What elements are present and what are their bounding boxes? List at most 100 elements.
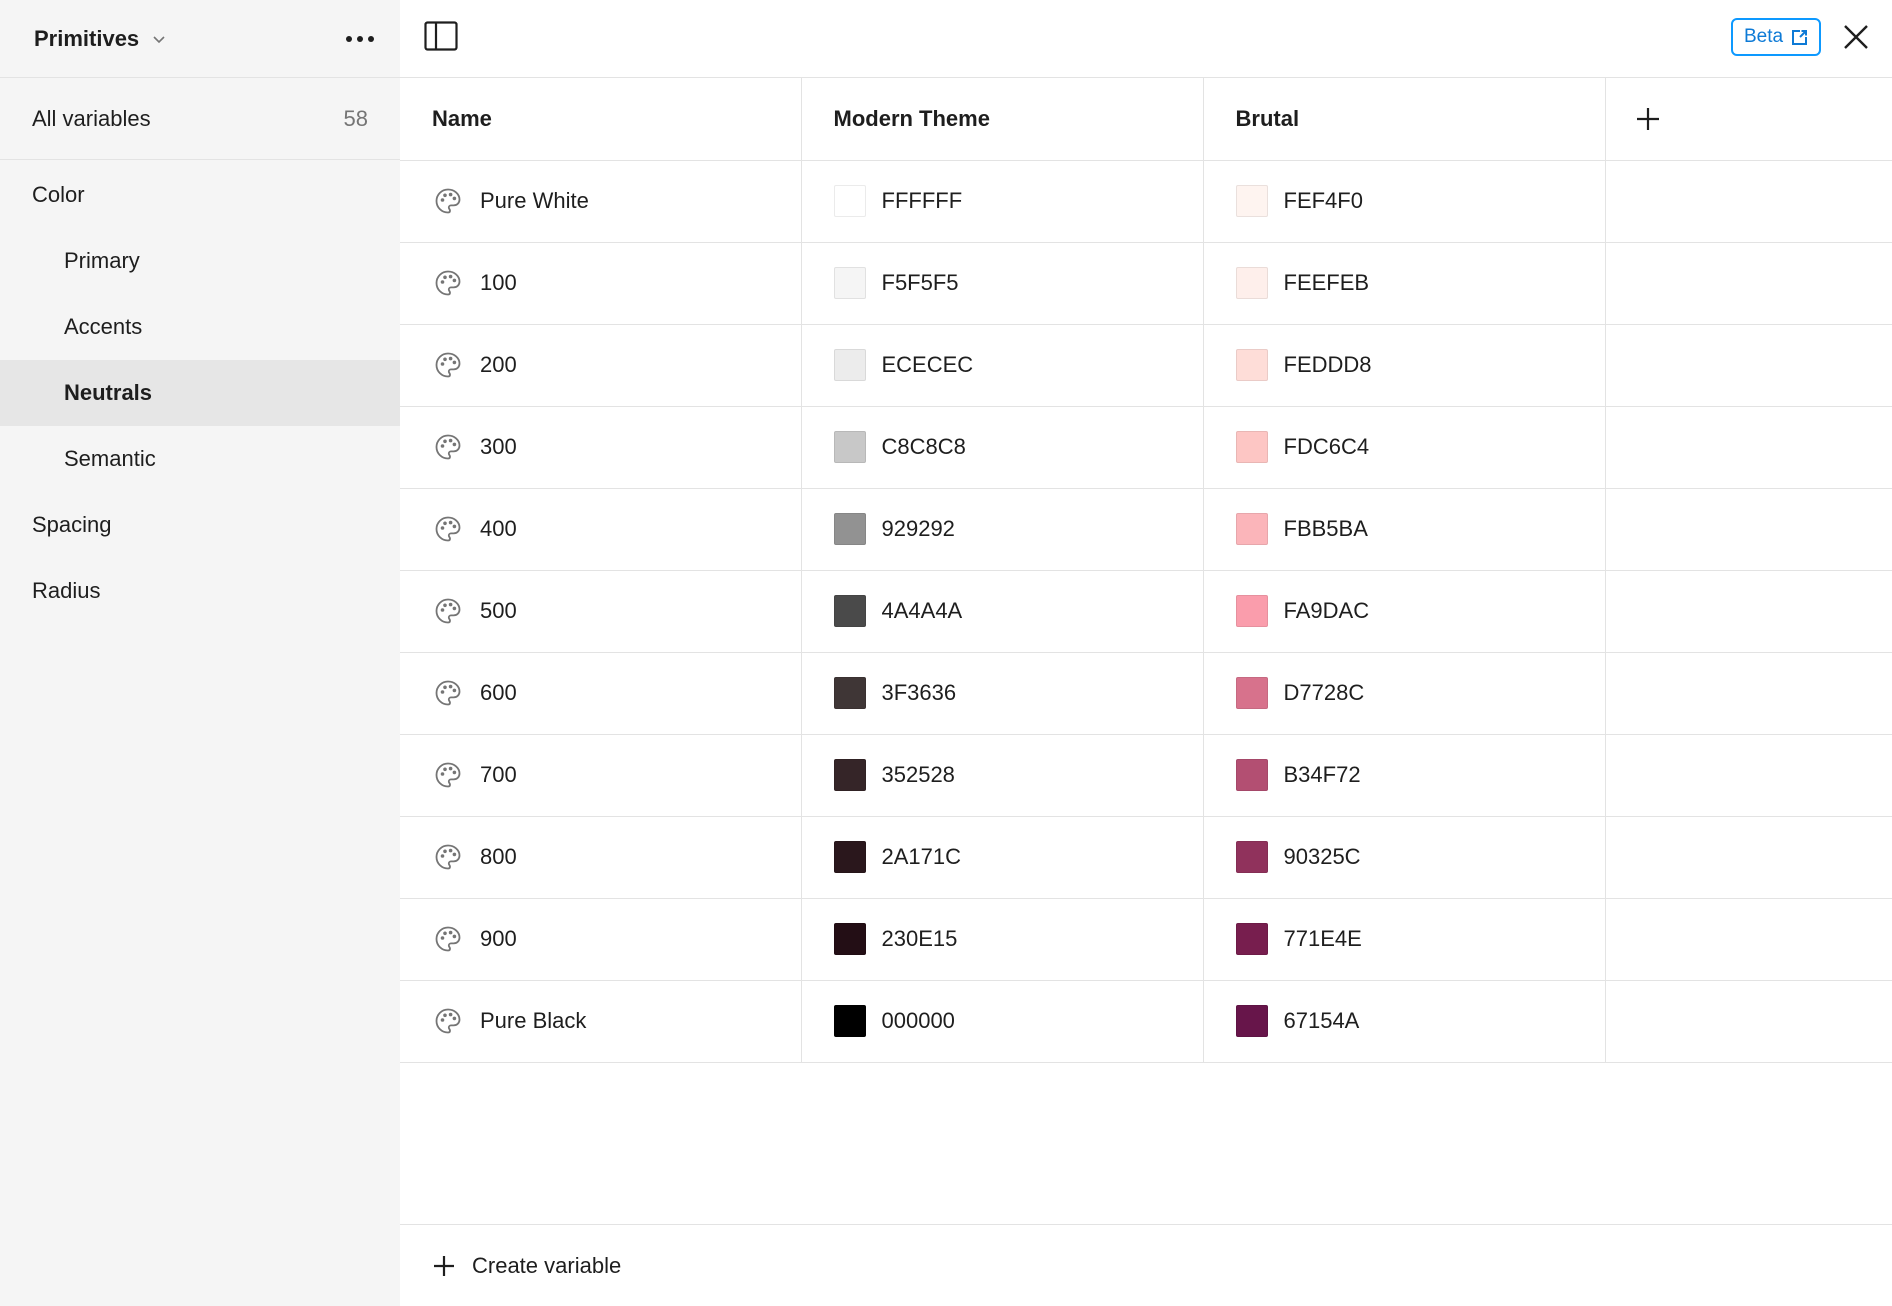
name-cell[interactable]: 500 [400, 570, 802, 653]
modern-theme-cell[interactable]: 3F3636 [801, 652, 1204, 735]
modern-theme-cell[interactable]: 000000 [801, 980, 1204, 1063]
table-row[interactable]: 600 3F3636 D7728C [400, 652, 1892, 735]
collection-selector[interactable]: Primitives [34, 26, 167, 52]
color-swatch[interactable] [1235, 1005, 1268, 1037]
color-swatch[interactable] [833, 841, 866, 873]
modern-theme-cell[interactable]: ECECEC [801, 324, 1204, 407]
sidebar-item-label: Accents [64, 314, 143, 339]
color-swatch[interactable] [833, 677, 866, 709]
variable-name: 400 [480, 516, 517, 541]
brutal-cell[interactable]: FBB5BA [1203, 488, 1606, 571]
all-variables-item[interactable]: All variables 58 [0, 78, 400, 160]
more-options-button[interactable] [342, 30, 378, 48]
column-header-brutal[interactable]: Brutal [1203, 78, 1606, 161]
table-row[interactable]: 800 2A171C 90325C [400, 816, 1892, 899]
color-swatch[interactable] [833, 923, 866, 955]
brutal-cell[interactable]: FEDDD8 [1203, 324, 1606, 407]
empty-cell [1605, 242, 1892, 325]
color-swatch[interactable] [1235, 595, 1268, 627]
color-swatch[interactable] [833, 349, 866, 381]
modern-theme-cell[interactable]: F5F5F5 [801, 242, 1204, 325]
color-swatch[interactable] [1235, 513, 1268, 545]
table-row[interactable]: 400 929292 FBB5BA [400, 488, 1892, 571]
empty-cell [1605, 160, 1892, 243]
color-swatch[interactable] [1235, 759, 1268, 791]
table-body: Pure White FFFFFF FEF4F0 100 F5F5F5 FEEFEB 200… [400, 160, 1892, 1063]
color-swatch[interactable] [833, 759, 866, 791]
sidebar-item-radius[interactable]: Radius [0, 558, 400, 624]
hex-value: FEDDD8 [1283, 352, 1372, 377]
name-cell[interactable]: 300 [400, 406, 802, 489]
name-cell[interactable]: 100 [400, 242, 802, 325]
create-variable-button[interactable]: Create variable [400, 1224, 1892, 1306]
modern-theme-cell[interactable]: 929292 [801, 488, 1204, 571]
hex-value: 771E4E [1283, 926, 1362, 951]
table-row[interactable]: 100 F5F5F5 FEEFEB [400, 242, 1892, 325]
brutal-cell[interactable]: FEF4F0 [1203, 160, 1606, 243]
name-cell[interactable]: 400 [400, 488, 802, 571]
color-swatch[interactable] [1235, 267, 1268, 299]
sidebar-item-primary[interactable]: Primary [0, 228, 400, 294]
modern-theme-cell[interactable]: C8C8C8 [801, 406, 1204, 489]
toolbar: Beta [400, 0, 1892, 78]
close-icon[interactable] [1840, 21, 1872, 53]
add-mode-icon[interactable] [1634, 105, 1662, 133]
color-swatch[interactable] [833, 431, 866, 463]
sidebar-toggle-icon[interactable] [424, 21, 458, 51]
brutal-cell[interactable]: FEEFEB [1203, 242, 1606, 325]
modern-theme-cell[interactable]: 230E15 [801, 898, 1204, 981]
table-row[interactable]: Pure Black 000000 67154A [400, 980, 1892, 1063]
sidebar-item-accents[interactable]: Accents [0, 294, 400, 360]
color-swatch[interactable] [1235, 923, 1268, 955]
table-row[interactable]: 300 C8C8C8 FDC6C4 [400, 406, 1892, 489]
table-row[interactable]: 200 ECECEC FEDDD8 [400, 324, 1892, 407]
brutal-cell[interactable]: B34F72 [1203, 734, 1606, 817]
color-swatch[interactable] [833, 595, 866, 627]
brutal-cell[interactable]: 771E4E [1203, 898, 1606, 981]
name-cell[interactable]: 200 [400, 324, 802, 407]
table-row[interactable]: 500 4A4A4A FA9DAC [400, 570, 1892, 653]
name-cell[interactable]: 900 [400, 898, 802, 981]
color-swatch[interactable] [1235, 841, 1268, 873]
color-swatch[interactable] [1235, 185, 1268, 217]
color-swatch[interactable] [833, 513, 866, 545]
name-cell[interactable]: 800 [400, 816, 802, 899]
name-cell[interactable]: 700 [400, 734, 802, 817]
name-cell[interactable]: 600 [400, 652, 802, 735]
table-row[interactable]: 900 230E15 771E4E [400, 898, 1892, 981]
sidebar-header: Primitives [0, 0, 400, 78]
brutal-cell[interactable]: D7728C [1203, 652, 1606, 735]
beta-badge-button[interactable]: Beta [1731, 18, 1822, 56]
brutal-cell[interactable]: FA9DAC [1203, 570, 1606, 653]
brutal-cell[interactable]: 67154A [1203, 980, 1606, 1063]
variable-name: 700 [480, 762, 517, 787]
sidebar-item-semantic[interactable]: Semantic [0, 426, 400, 492]
color-palette-icon [435, 926, 461, 952]
color-swatch[interactable] [833, 1005, 866, 1037]
sidebar-item-label: Radius [32, 578, 101, 603]
brutal-cell[interactable]: FDC6C4 [1203, 406, 1606, 489]
color-swatch[interactable] [1235, 349, 1268, 381]
hex-value: F5F5F5 [881, 270, 959, 295]
column-header-modern-theme[interactable]: Modern Theme [801, 78, 1204, 161]
all-variables-count: 58 [343, 105, 368, 131]
table-row[interactable]: Pure White FFFFFF FEF4F0 [400, 160, 1892, 243]
color-swatch[interactable] [1235, 431, 1268, 463]
sidebar-item-label: Primary [64, 248, 140, 273]
modern-theme-cell[interactable]: 4A4A4A [801, 570, 1204, 653]
modern-theme-cell[interactable]: FFFFFF [801, 160, 1204, 243]
color-swatch[interactable] [833, 185, 866, 217]
modern-theme-cell[interactable]: 2A171C [801, 816, 1204, 899]
brutal-cell[interactable]: 90325C [1203, 816, 1606, 899]
sidebar-item-spacing[interactable]: Spacing [0, 492, 400, 558]
dot [368, 35, 374, 42]
empty-cell [1605, 570, 1892, 653]
table-row[interactable]: 700 352528 B34F72 [400, 734, 1892, 817]
color-swatch[interactable] [1235, 677, 1268, 709]
sidebar-item-color[interactable]: Color [0, 162, 400, 228]
name-cell[interactable]: Pure Black [400, 980, 802, 1063]
color-swatch[interactable] [833, 267, 866, 299]
sidebar-item-neutrals[interactable]: Neutrals [0, 360, 400, 426]
name-cell[interactable]: Pure White [400, 160, 802, 243]
modern-theme-cell[interactable]: 352528 [801, 734, 1204, 817]
